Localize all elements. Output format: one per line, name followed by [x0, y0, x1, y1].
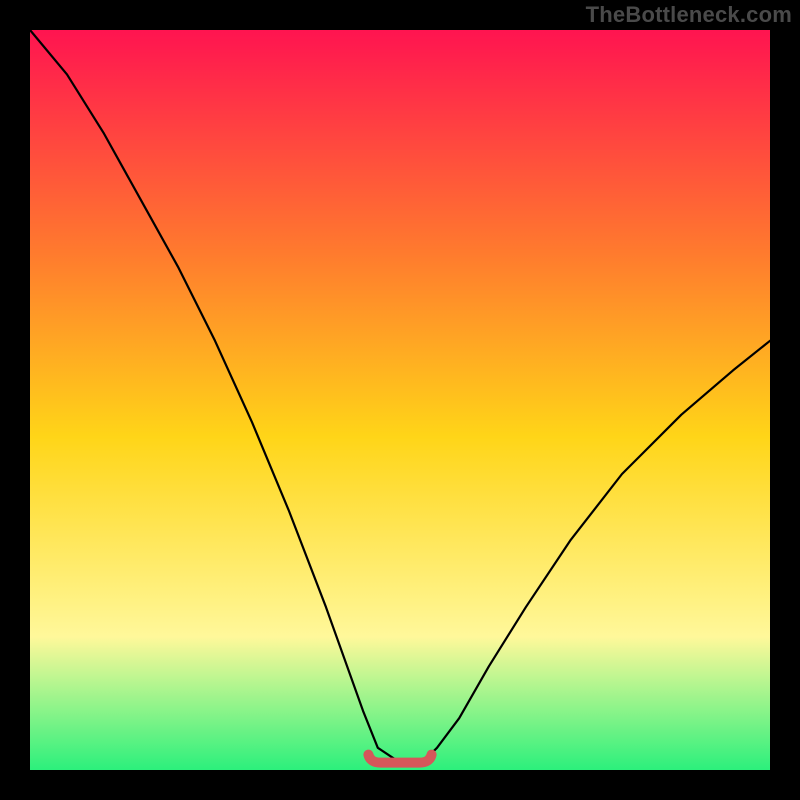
chart-root: TheBottleneck.com: [0, 0, 800, 800]
gradient-background: [30, 30, 770, 770]
bottleneck-chart: [0, 0, 800, 800]
watermark-label: TheBottleneck.com: [586, 2, 792, 28]
